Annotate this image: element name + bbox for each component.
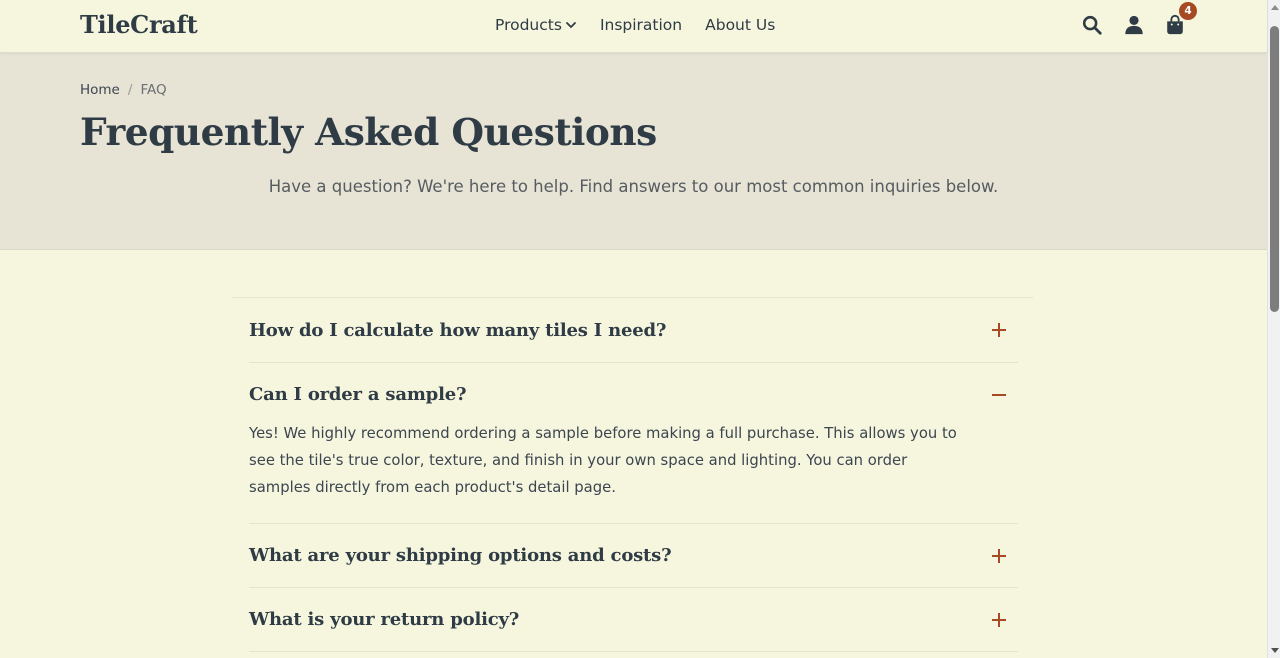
nav-products-label: Products bbox=[495, 16, 562, 34]
nav-about-us[interactable]: About Us bbox=[705, 16, 775, 34]
nav-products[interactable]: Products bbox=[495, 16, 577, 34]
chevron-down-icon bbox=[566, 22, 576, 29]
nav-inspiration[interactable]: Inspiration bbox=[600, 16, 682, 34]
faq-question: Can I order a sample? bbox=[249, 384, 467, 405]
site-logo[interactable]: TileCraft bbox=[80, 10, 198, 39]
breadcrumb-current: FAQ bbox=[140, 82, 167, 98]
plus-icon[interactable] bbox=[990, 321, 1008, 339]
scroll-down-arrow-icon[interactable] bbox=[1271, 648, 1279, 653]
nav-inspiration-label: Inspiration bbox=[599, 16, 683, 34]
breadcrumb-home[interactable]: Home bbox=[80, 82, 120, 98]
user-icon bbox=[1125, 15, 1143, 35]
scroll-up-arrow-icon[interactable] bbox=[1271, 5, 1279, 10]
scrollbar-thumb[interactable] bbox=[1270, 26, 1279, 312]
faq-item: What is your return policy? bbox=[249, 588, 1018, 652]
faq-question-toggle[interactable]: What are your shipping options and costs… bbox=[249, 524, 1018, 587]
hero-section: Home / FAQ Frequently Asked Questions Ha… bbox=[0, 53, 1267, 250]
page-subtitle-text: Have a question? We're here to help. Fin… bbox=[268, 177, 999, 196]
faq-item: How do I calculate how many tiles I need… bbox=[249, 298, 1018, 363]
main-nav: Products Inspiration About Us bbox=[495, 16, 775, 34]
nav-about-label: About Us bbox=[705, 16, 776, 34]
faq-accordion: How do I calculate how many tiles I need… bbox=[232, 297, 1033, 652]
faq-question-toggle[interactable]: How do I calculate how many tiles I need… bbox=[249, 298, 1018, 362]
plus-icon[interactable] bbox=[990, 547, 1008, 565]
account-button[interactable] bbox=[1123, 14, 1147, 38]
faq-question: What are your shipping options and costs… bbox=[249, 545, 672, 566]
faq-question-toggle[interactable]: What is your return policy? bbox=[249, 588, 1018, 651]
page-subtitle: Have a question? We're here to help. Fin… bbox=[0, 177, 1267, 196]
search-icon bbox=[1082, 15, 1102, 35]
search-button[interactable] bbox=[1081, 14, 1105, 38]
page-title: Frequently Asked Questions bbox=[80, 110, 657, 154]
plus-icon[interactable] bbox=[990, 611, 1008, 629]
faq-question: What is your return policy? bbox=[249, 609, 520, 630]
cart-count-badge: 4 bbox=[1179, 2, 1197, 20]
faq-item: What are your shipping options and costs… bbox=[249, 524, 1018, 588]
breadcrumb: Home / FAQ bbox=[80, 82, 167, 98]
faq-answer: Yes! We highly recommend ordering a samp… bbox=[249, 425, 957, 496]
site-header: TileCraft Products Inspiration About Us bbox=[0, 0, 1267, 53]
vertical-scrollbar[interactable] bbox=[1267, 0, 1280, 658]
faq-item: Can I order a sample? Yes! We highly rec… bbox=[249, 363, 1018, 524]
faq-question-toggle[interactable]: Can I order a sample? bbox=[249, 363, 1018, 426]
minus-icon[interactable] bbox=[990, 386, 1008, 404]
faq-question: How do I calculate how many tiles I need… bbox=[249, 319, 667, 341]
page: TileCraft Products Inspiration About Us bbox=[0, 0, 1280, 658]
breadcrumb-separator: / bbox=[127, 82, 133, 98]
